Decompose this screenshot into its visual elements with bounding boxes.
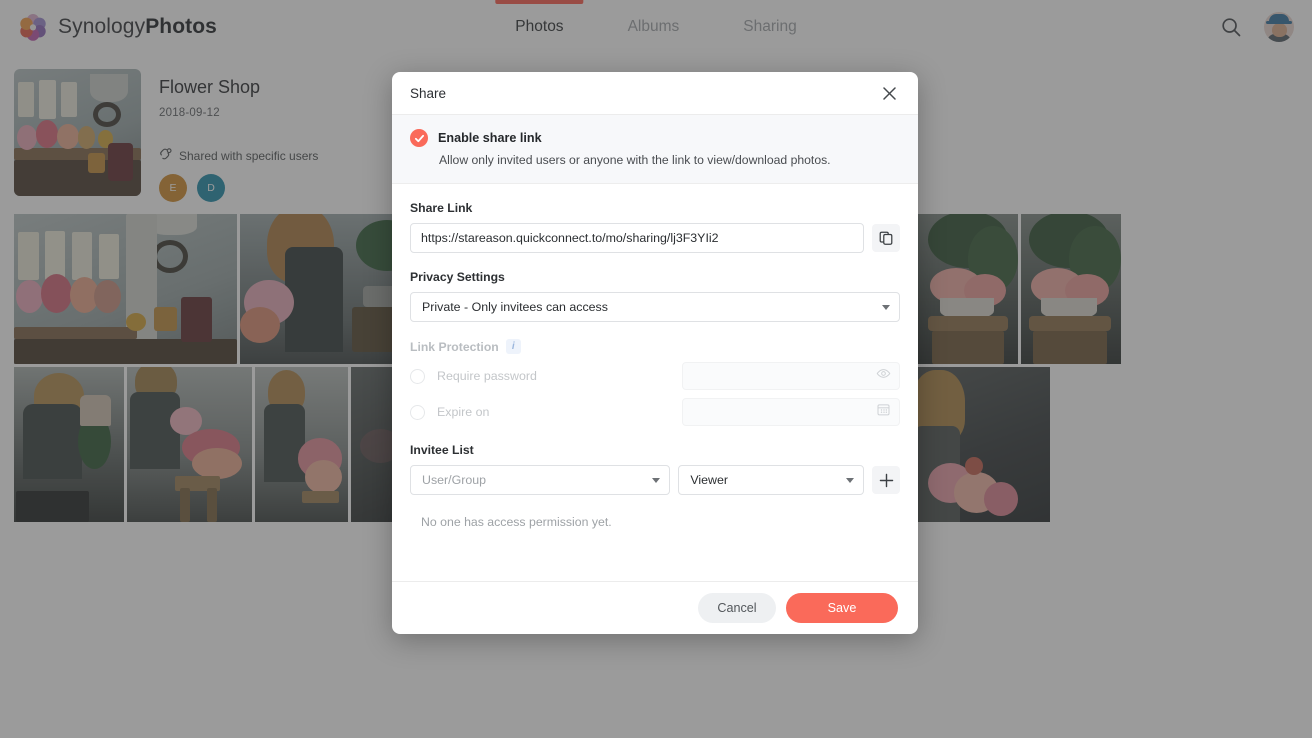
password-input <box>682 362 900 390</box>
close-icon[interactable] <box>878 82 900 104</box>
copy-icon[interactable] <box>872 224 900 252</box>
eye-icon <box>876 366 891 386</box>
invitee-role-value: Viewer <box>690 473 729 487</box>
calendar-icon <box>876 402 891 422</box>
privacy-settings-value: Private - Only invitees can access <box>422 300 608 314</box>
link-protection-label: Link Protection <box>410 339 499 354</box>
share-link-input[interactable]: https://stareason.quickconnect.to/mo/sha… <box>410 223 864 253</box>
dialog-footer: Cancel Save <box>392 581 918 634</box>
expire-on-row: Expire on <box>410 398 900 426</box>
share-link-row: https://stareason.quickconnect.to/mo/sha… <box>410 223 900 253</box>
enable-share-link-label: Enable share link <box>438 131 542 145</box>
cancel-button[interactable]: Cancel <box>698 593 776 623</box>
require-password-label: Require password <box>437 369 537 383</box>
chevron-down-icon <box>882 305 890 310</box>
plus-icon[interactable] <box>872 466 900 494</box>
expire-on-label: Expire on <box>437 405 490 419</box>
dialog-header: Share <box>392 72 918 115</box>
share-dialog: Share Enable share link Allow only invit… <box>392 72 918 634</box>
chevron-down-icon <box>652 478 661 483</box>
enable-share-link-banner: Enable share link Allow only invited use… <box>392 115 918 184</box>
dialog-sections: Share Link https://stareason.quickconnec… <box>392 201 918 529</box>
invitee-user-placeholder: User/Group <box>422 473 487 487</box>
info-icon[interactable]: i <box>505 339 521 354</box>
dialog-title: Share <box>410 85 447 101</box>
invitee-add-row: User/Group Viewer <box>410 465 900 495</box>
share-link-label: Share Link <box>410 201 473 215</box>
require-password-row: Require password <box>410 362 900 390</box>
invitee-user-select[interactable]: User/Group <box>410 465 671 495</box>
require-password-checkbox <box>410 368 425 384</box>
expire-date-input <box>682 398 900 426</box>
privacy-settings-label: Privacy Settings <box>410 270 505 284</box>
invitee-role-select[interactable]: Viewer <box>678 465 864 495</box>
privacy-settings-select[interactable]: Private - Only invitees can access <box>410 292 900 322</box>
expire-on-toggle: Expire on <box>410 404 682 420</box>
enable-share-link-description: Allow only invited users or anyone with … <box>439 153 831 167</box>
enable-share-link-row: Enable share link <box>410 129 900 147</box>
dialog-body: Enable share link Allow only invited use… <box>392 115 918 581</box>
invitee-empty-message: No one has access permission yet. <box>421 515 612 529</box>
check-circle-icon[interactable] <box>410 129 428 147</box>
share-link-value: https://stareason.quickconnect.to/mo/sha… <box>421 231 719 245</box>
expire-on-checkbox <box>410 404 425 420</box>
save-button[interactable]: Save <box>786 593 898 623</box>
link-protection-label-row: Link Protection i <box>410 339 900 354</box>
chevron-down-icon <box>846 478 854 483</box>
require-password-toggle: Require password <box>410 368 682 384</box>
invitee-list-label: Invitee List <box>410 443 474 457</box>
